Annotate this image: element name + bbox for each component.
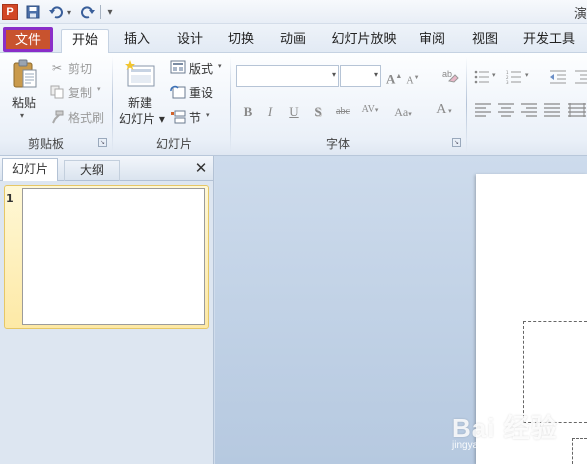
tab-outline[interactable]: 大纲 (64, 160, 120, 181)
numbering-icon[interactable]: 123 (506, 70, 524, 85)
quick-access-toolbar: P ▾ ▾ 演 (0, 0, 587, 24)
scissors-icon: ✂ (51, 61, 63, 75)
increase-indent-icon[interactable] (574, 70, 587, 84)
change-case-button[interactable]: Aa▾ (390, 103, 416, 121)
layout-icon (170, 60, 186, 74)
layout-button[interactable]: 版式 (189, 60, 213, 77)
align-left-icon[interactable] (474, 103, 492, 117)
ribbon-tabs: 文件 开始 插入 设计 切换 动画 幻灯片放映 审阅 视图 开发工具 (0, 24, 587, 54)
italic-button[interactable]: I (263, 103, 277, 121)
paste-icon[interactable] (12, 59, 38, 89)
change-case-glyph: Aa (394, 105, 409, 119)
text-shadow-button[interactable]: S (310, 103, 326, 121)
tab-slides[interactable]: 幻灯片 (2, 158, 58, 181)
clear-formatting-icon[interactable]: ab (440, 67, 460, 85)
character-spacing-button[interactable]: AV▾ (358, 101, 382, 119)
copy-icon (50, 85, 64, 99)
section-dropdown-icon[interactable]: ▾ (206, 111, 210, 119)
undo-dropdown-icon[interactable]: ▾ (64, 3, 74, 21)
reset-icon (170, 85, 186, 99)
new-slide-dropdown[interactable]: 幻灯片 ▾ (119, 110, 165, 127)
watermark-url: jingyan.baidu.com (452, 440, 533, 451)
copy-dropdown-icon[interactable]: ▾ (97, 85, 101, 93)
distributed-align-icon[interactable] (567, 103, 587, 117)
tab-transition[interactable]: 切换 (221, 29, 261, 53)
group-separator (112, 57, 113, 152)
save-icon[interactable] (24, 3, 42, 21)
font-name-select[interactable]: ▾ (236, 65, 339, 87)
chevron-down-icon: ▾ (331, 70, 336, 79)
clipboard-dialog-launcher[interactable]: ↘ (98, 138, 107, 147)
underline-button[interactable]: U (286, 103, 302, 121)
font-group-label: 字体 (325, 137, 350, 151)
qat-separator (100, 5, 101, 19)
svg-text:ab: ab (442, 69, 452, 79)
font-color-glyph: A (436, 102, 447, 117)
group-separator (466, 57, 467, 152)
paste-dropdown-icon[interactable]: ▾ (20, 111, 24, 120)
subtitle-placeholder[interactable] (572, 438, 587, 464)
font-size-select[interactable]: ▾ (340, 65, 381, 87)
slide-number: 1 (6, 192, 14, 205)
tab-view[interactable]: 视图 (463, 29, 507, 53)
new-slide-button[interactable]: 新建 (128, 94, 152, 111)
tab-file[interactable]: 文件 (3, 27, 53, 52)
character-spacing-glyph: AV (361, 104, 375, 115)
ribbon-home: 粘贴 ▾ ✂ 剪切 复制 ▾ 格式刷 剪贴板 ↘ 新建 幻灯片 ▾ 版式 ▾ 重… (0, 53, 587, 156)
reset-button[interactable]: 重设 (189, 84, 213, 101)
slides-pane-tabs: 幻灯片 大纲 ✕ (0, 156, 213, 181)
slides-group-label: 幻灯片 (155, 137, 192, 151)
shrink-font-glyph: A (406, 75, 414, 87)
section-icon (170, 110, 186, 124)
strikethrough-button[interactable]: abc (332, 103, 354, 121)
shrink-font-button[interactable]: A▼ (406, 69, 420, 87)
slides-pane: 幻灯片 大纲 ✕ 1 (0, 156, 214, 464)
clipboard-group-label: 剪贴板 (27, 137, 64, 151)
align-right-icon[interactable] (520, 103, 538, 117)
chevron-down-icon: ▾ (373, 70, 378, 79)
format-painter-icon (50, 110, 64, 124)
new-slide-icon[interactable] (124, 59, 156, 89)
group-separator (230, 57, 231, 152)
format-painter-button[interactable]: 格式刷 (68, 109, 104, 126)
new-slide-label-line2: 幻灯片 (119, 112, 156, 126)
bullets-dropdown-icon[interactable]: ▾ (492, 71, 496, 79)
tab-insert[interactable]: 插入 (115, 29, 159, 53)
decrease-indent-icon[interactable] (549, 70, 567, 84)
font-dialog-launcher[interactable]: ↘ (452, 138, 461, 147)
tab-animation[interactable]: 动画 (270, 29, 316, 53)
justify-icon[interactable] (543, 103, 561, 117)
font-color-button[interactable]: A ▾ (430, 101, 458, 119)
tab-slideshow[interactable]: 幻灯片放映 (326, 29, 402, 53)
svg-text:3: 3 (506, 80, 509, 84)
layout-dropdown-icon[interactable]: ▾ (218, 62, 222, 70)
powerpoint-app-icon[interactable]: P (2, 4, 18, 20)
cut-button[interactable]: 剪切 (68, 60, 92, 77)
window-title: 演 (573, 7, 587, 22)
tab-developer[interactable]: 开发工具 (515, 29, 583, 53)
paste-button[interactable]: 粘贴 (12, 94, 36, 111)
redo-icon[interactable] (80, 3, 96, 21)
customize-qat-icon[interactable]: ▾ (104, 3, 116, 21)
undo-icon[interactable] (48, 3, 64, 21)
tab-review[interactable]: 审阅 (410, 29, 454, 53)
copy-button[interactable]: 复制 (68, 84, 92, 101)
bullets-icon[interactable] (474, 70, 492, 84)
grow-font-glyph: A (386, 71, 396, 87)
tab-design[interactable]: 设计 (168, 29, 212, 53)
numbering-dropdown-icon[interactable]: ▾ (525, 71, 529, 79)
tab-home[interactable]: 开始 (61, 29, 109, 54)
align-center-icon[interactable] (497, 103, 515, 117)
slide-thumbnail[interactable] (22, 188, 205, 325)
section-button[interactable]: 节 (189, 109, 201, 126)
grow-font-button[interactable]: A▲ (386, 67, 402, 87)
close-icon[interactable]: ✕ (192, 158, 210, 178)
bold-button[interactable]: B (240, 103, 256, 121)
